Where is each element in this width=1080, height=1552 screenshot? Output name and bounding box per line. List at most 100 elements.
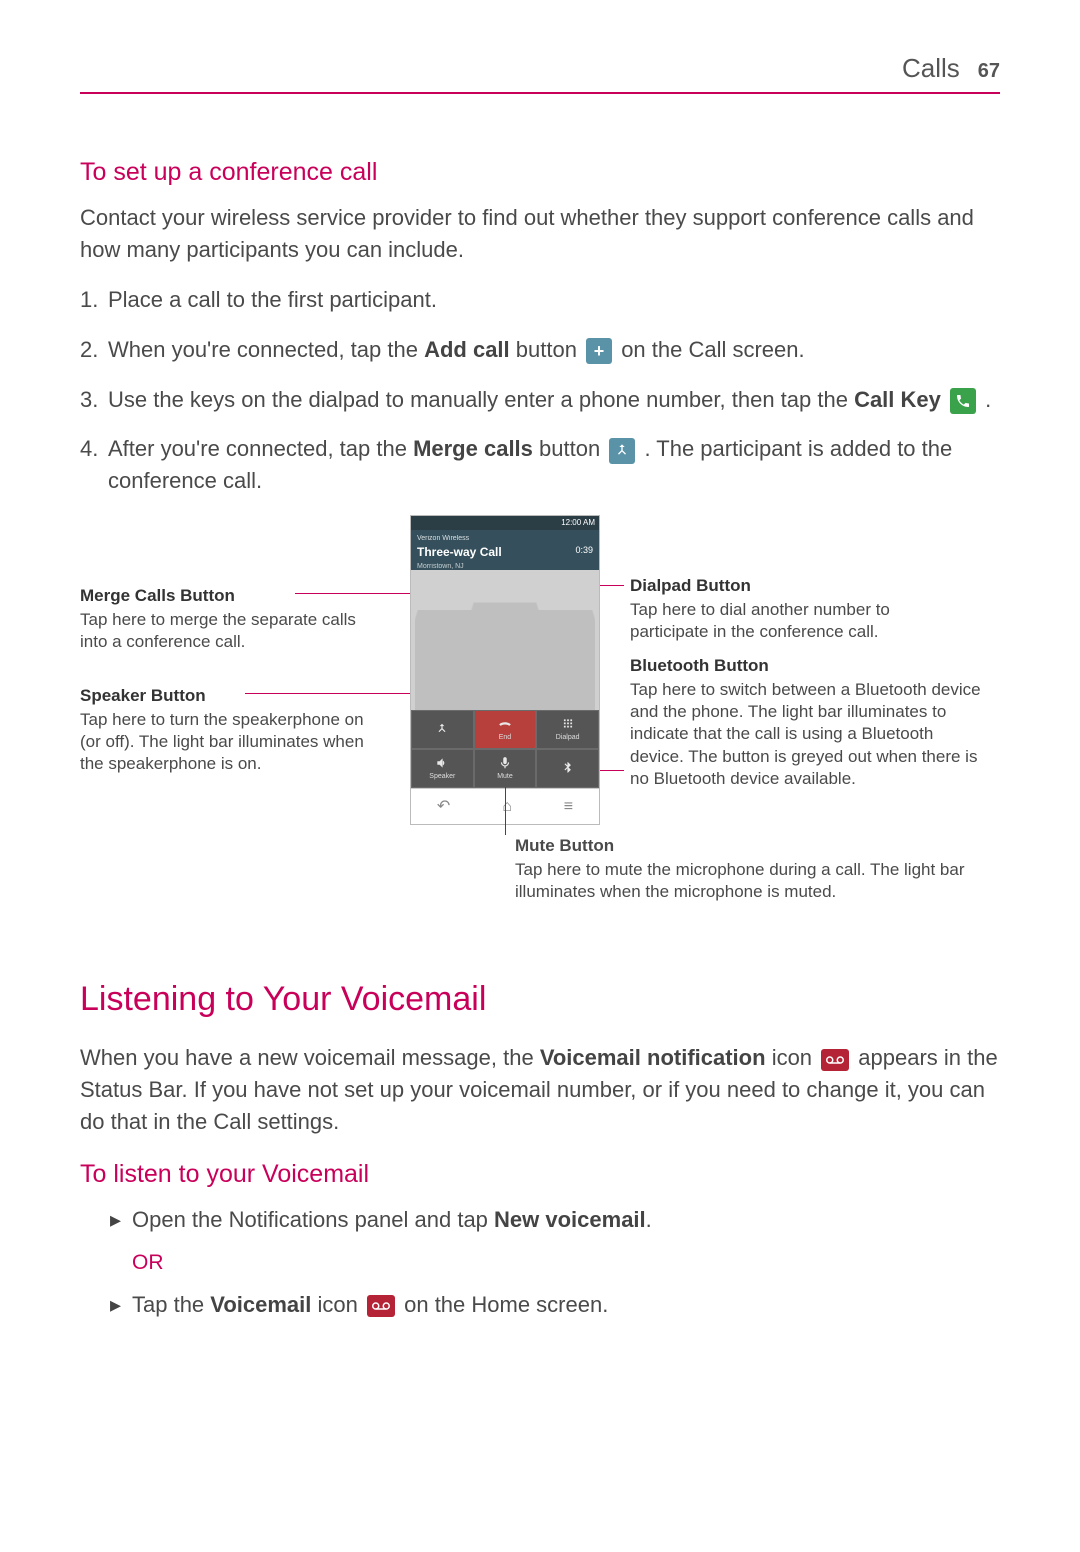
bullet-icon: ▸ [110,1204,132,1236]
callout-title: Merge Calls Button [80,585,380,607]
callout-desc: Tap here to switch between a Bluetooth d… [630,680,981,787]
call-button-grid: End Dialpad Speaker Mute [411,710,599,788]
step-2: 2. When you're connected, tap the Add ca… [80,334,1000,366]
conference-heading: To set up a conference call [80,154,1000,190]
voicemail-steps: ▸ Open the Notifications panel and tap N… [80,1204,1000,1236]
merge-calls-label: Merge calls [413,436,533,461]
step-1: 1. Place a call to the first participant… [80,284,1000,316]
or-separator: OR [80,1248,1000,1278]
callout-desc: Tap here to dial another number to parti… [630,600,890,641]
voicemail-sub-heading: To listen to your Voicemail [80,1156,1000,1192]
leader-line [295,593,425,594]
call-key-icon [950,388,976,414]
person-icon [415,610,475,710]
step-text: Tap the Voicemail icon on the Home scree… [132,1289,608,1321]
step-number: 1. [80,284,108,316]
voicemail-heading: Listening to Your Voicemail [80,975,1000,1024]
person-icon [471,603,540,711]
callout-title: Dialpad Button [630,575,930,597]
end-button[interactable]: End [474,710,537,749]
step-number: 2. [80,334,108,366]
step-number: 3. [80,384,108,416]
leader-line [600,770,624,771]
dialpad-button[interactable]: Dialpad [536,710,599,749]
step-text: When you're connected, tap the Add call … [108,334,1000,366]
callout-mute: Mute Button Tap here to mute the microph… [515,835,985,903]
callout-desc: Tap here to mute the microphone during a… [515,860,965,901]
call-timer: 0:39 [575,544,593,557]
text-fragment: icon [318,1292,364,1317]
btn-label: End [499,733,511,743]
header-page-number: 67 [978,57,1000,86]
call-name: Three-way Call [417,544,502,561]
contact-silhouettes [411,570,599,710]
voicemail-icon [367,1295,395,1317]
callout-title: Bluetooth Button [630,655,990,677]
text-fragment: . [646,1207,652,1232]
home-icon[interactable]: ⌂ [502,795,512,818]
bluetooth-button[interactable] [536,749,599,788]
step-text: Use the keys on the dialpad to manually … [108,384,1000,416]
leader-line [245,693,425,694]
text-fragment: Open the Notifications panel and tap [132,1207,494,1232]
btn-label: Speaker [429,772,455,782]
text-fragment: When you're connected, tap the [108,337,424,362]
callout-desc: Tap here to merge the separate calls int… [80,610,356,651]
callout-title: Speaker Button [80,685,380,707]
text-fragment: Tap the [132,1292,210,1317]
text-fragment: icon [772,1045,818,1070]
speaker-button[interactable]: Speaker [411,749,474,788]
step-text: Open the Notifications panel and tap New… [132,1204,652,1236]
voicemail-intro: When you have a new voicemail message, t… [80,1042,1000,1138]
callout-merge: Merge Calls Button Tap here to merge the… [80,585,380,653]
leader-line [505,787,506,835]
header-section: Calls [902,50,960,88]
voicemail-icon [821,1049,849,1071]
new-voicemail-label: New voicemail [494,1207,646,1232]
voicemail-notification-label: Voicemail notification [540,1045,766,1070]
conference-intro: Contact your wireless service provider t… [80,202,1000,266]
step-3: 3. Use the keys on the dialpad to manual… [80,384,1000,416]
callout-speaker: Speaker Button Tap here to turn the spea… [80,685,380,775]
phone-status-bar: 12:00 AM [411,516,599,530]
callout-bluetooth: Bluetooth Button Tap here to switch betw… [630,655,990,790]
conference-steps: 1. Place a call to the first participant… [80,284,1000,497]
text-fragment: on the Call screen. [621,337,804,362]
bullet-icon: ▸ [110,1289,132,1321]
mute-button[interactable]: Mute [474,749,537,788]
text-fragment: After you're connected, tap the [108,436,413,461]
page-header: Calls 67 [80,50,1000,94]
text-fragment: . [985,387,991,412]
back-icon[interactable]: ↶ [437,795,450,818]
text-fragment: button [539,436,606,461]
btn-label: Mute [497,772,513,782]
voicemail-label: Voicemail [210,1292,311,1317]
call-key-label: Call Key [854,387,941,412]
status-time: 12:00 AM [561,517,595,529]
add-call-label: Add call [424,337,510,362]
text-fragment: Use the keys on the dialpad to manually … [108,387,854,412]
phone-call-header: Verizon Wireless Three-way Call Morristo… [411,530,599,570]
call-location: Morristown, NJ [417,562,502,572]
merge-button[interactable] [411,710,474,749]
phone-screenshot: 12:00 AM Verizon Wireless Three-way Call… [410,515,600,825]
step-text: Place a call to the first participant. [108,284,1000,316]
text-fragment: button [516,337,583,362]
vm-step-1: ▸ Open the Notifications panel and tap N… [80,1204,1000,1236]
btn-label: Dialpad [556,733,580,743]
step-4: 4. After you're connected, tap the Merge… [80,433,1000,497]
step-number: 4. [80,433,108,497]
callout-desc: Tap here to turn the speakerphone on (or… [80,710,364,773]
step-text: After you're connected, tap the Merge ca… [108,433,1000,497]
callout-dialpad: Dialpad Button Tap here to dial another … [630,575,930,643]
merge-calls-icon [609,438,635,464]
text-fragment: When you have a new voicemail message, t… [80,1045,540,1070]
menu-icon[interactable]: ≡ [564,795,573,818]
vm-step-2: ▸ Tap the Voicemail icon on the Home scr… [80,1289,1000,1321]
add-call-icon [586,338,612,364]
callout-title: Mute Button [515,835,985,857]
voicemail-steps-2: ▸ Tap the Voicemail icon on the Home scr… [80,1289,1000,1321]
call-screen-diagram: Merge Calls Button Tap here to merge the… [80,515,1000,935]
person-icon [535,610,595,710]
text-fragment: on the Home screen. [404,1292,608,1317]
